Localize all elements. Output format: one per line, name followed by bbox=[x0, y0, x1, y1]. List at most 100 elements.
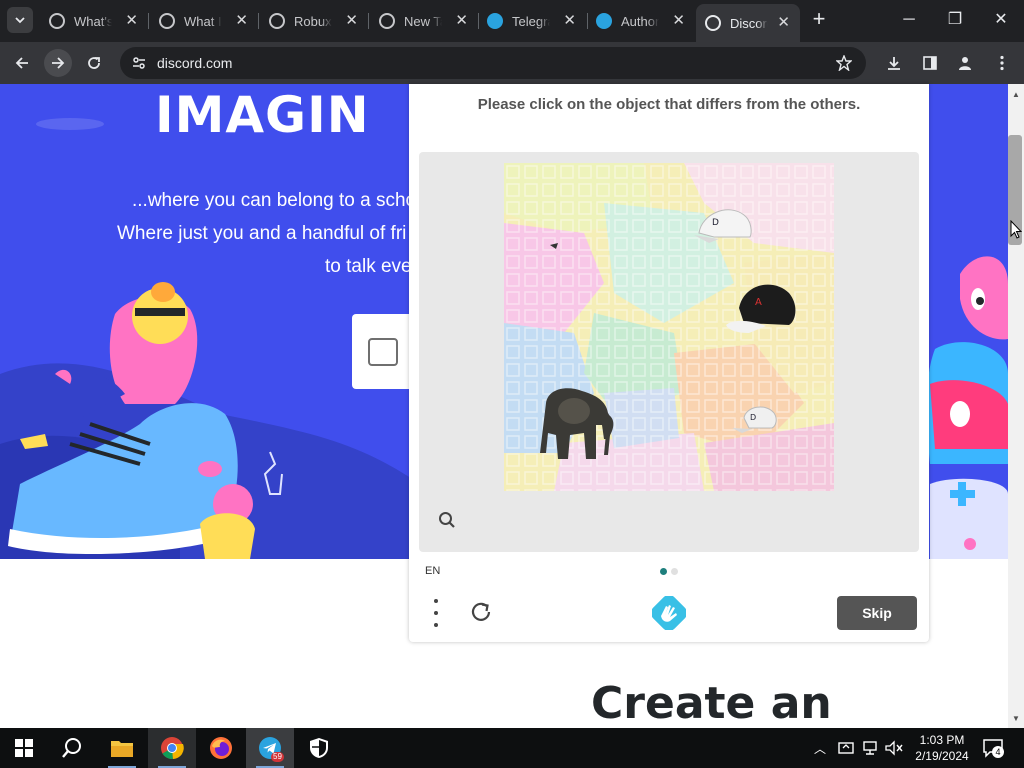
chrome-globe-icon bbox=[159, 13, 175, 29]
hero-text-line-3: to talk eve bbox=[325, 256, 412, 277]
clock[interactable]: 1:03 PM 2/19/2024 bbox=[912, 732, 972, 764]
start-button[interactable] bbox=[0, 728, 48, 768]
volume-muted-icon[interactable] bbox=[885, 740, 903, 756]
tab-title: What's bbox=[74, 13, 112, 29]
svg-text:D: D bbox=[712, 218, 719, 228]
telegram-icon bbox=[596, 13, 612, 29]
tab-title: New Tab bbox=[404, 13, 442, 29]
clock-date: 2/19/2024 bbox=[915, 749, 969, 763]
reload-icon bbox=[88, 57, 100, 69]
side-panel-button[interactable] bbox=[917, 50, 943, 76]
hero-text-line-1: ...where you can belong to a scho bbox=[132, 190, 417, 211]
scroll-down-arrow-icon[interactable]: ▼ bbox=[1011, 714, 1021, 724]
hcaptcha-challenge: Please click on the object that differs … bbox=[409, 84, 929, 642]
captcha-checkbox[interactable] bbox=[368, 338, 398, 366]
telegram-taskbar-button[interactable]: 59 bbox=[246, 728, 294, 768]
tab-close-icon[interactable]: ✕ bbox=[235, 13, 248, 29]
tab-title: Robux bbox=[294, 13, 332, 29]
notification-center-button[interactable]: 4 bbox=[982, 738, 1004, 763]
new-tab-button[interactable]: + bbox=[808, 8, 830, 31]
hero-text-line-2: Where just you and a handful of fri bbox=[117, 223, 407, 244]
chrome-globe-icon bbox=[49, 13, 65, 29]
browser-toolbar: discord.com bbox=[0, 42, 1024, 84]
telegram-icon bbox=[487, 13, 503, 29]
progress-dot bbox=[671, 568, 678, 575]
progress-dot-active bbox=[660, 568, 667, 575]
profile-button[interactable] bbox=[952, 50, 978, 76]
side-panel-icon bbox=[923, 56, 937, 70]
hero-title: IMAGIN bbox=[155, 86, 370, 144]
tab-whats[interactable]: What's ✕ bbox=[40, 6, 148, 36]
more-vertical-icon bbox=[1000, 55, 1004, 71]
zoom-search-icon[interactable] bbox=[438, 511, 456, 529]
network-icon[interactable] bbox=[862, 740, 878, 756]
reload-button[interactable] bbox=[80, 49, 108, 77]
tab-divider bbox=[148, 13, 149, 29]
close-window-button[interactable]: ✕ bbox=[989, 8, 1013, 32]
tab-divider bbox=[368, 13, 369, 29]
tab-authorization[interactable]: Authorization ✕ bbox=[587, 6, 695, 36]
refresh-icon bbox=[471, 602, 491, 621]
security-taskbar-button[interactable] bbox=[295, 728, 343, 768]
tab-close-icon[interactable]: ✕ bbox=[125, 13, 138, 29]
taskbar-search-button[interactable] bbox=[48, 728, 96, 768]
firefox-taskbar-button[interactable] bbox=[197, 728, 245, 768]
skip-button[interactable]: Skip bbox=[837, 596, 917, 630]
tab-title: Discord bbox=[730, 15, 768, 31]
chrome-globe-icon bbox=[379, 13, 395, 29]
tab-close-icon[interactable]: ✕ bbox=[563, 13, 576, 29]
clock-time: 1:03 PM bbox=[919, 733, 965, 747]
minimize-button[interactable]: ─ bbox=[897, 8, 921, 32]
windows-start-icon bbox=[15, 739, 33, 757]
tray-app-icon[interactable] bbox=[838, 740, 854, 756]
captcha-challenge-image[interactable]: D A D bbox=[504, 163, 834, 491]
search-icon bbox=[62, 738, 81, 758]
tab-title: Authorization bbox=[621, 13, 659, 29]
url-text: discord.com bbox=[157, 55, 233, 71]
site-settings-icon[interactable] bbox=[132, 56, 146, 70]
file-explorer-icon bbox=[111, 741, 133, 757]
forward-button[interactable] bbox=[44, 49, 72, 77]
tab-title: Telegram bbox=[512, 13, 550, 29]
tab-discord[interactable]: Discord ✕ bbox=[696, 4, 800, 42]
chrome-menu-button[interactable] bbox=[989, 50, 1015, 76]
tab-robux[interactable]: Robux ✕ bbox=[260, 6, 368, 36]
chrome-icon bbox=[161, 737, 184, 760]
chrome-taskbar-button[interactable] bbox=[148, 728, 196, 768]
bookmark-star-icon[interactable] bbox=[836, 55, 852, 71]
notification-badge: 59 bbox=[271, 752, 284, 762]
address-bar[interactable]: discord.com bbox=[120, 47, 866, 79]
captcha-prompt: Please click on the object that differs … bbox=[477, 96, 861, 113]
tab-close-icon[interactable]: ✕ bbox=[455, 13, 468, 29]
chrome-globe-icon bbox=[269, 13, 285, 29]
arrow-left-icon bbox=[15, 57, 28, 69]
back-button[interactable] bbox=[8, 49, 36, 77]
hcaptcha-logo-icon[interactable] bbox=[651, 595, 687, 635]
tab-telegram[interactable]: Telegram ✕ bbox=[478, 6, 586, 36]
language-selector[interactable]: EN bbox=[425, 565, 440, 577]
arrow-right-icon bbox=[52, 57, 65, 69]
chrome-globe-icon bbox=[705, 15, 721, 31]
tray-expand-icon[interactable]: ︿ bbox=[814, 740, 826, 757]
chevron-down-icon bbox=[15, 17, 25, 24]
tab-search-button[interactable] bbox=[7, 7, 33, 33]
tab-close-icon[interactable]: ✕ bbox=[672, 13, 685, 29]
scroll-up-arrow-icon[interactable]: ▲ bbox=[1011, 90, 1021, 100]
tab-strip: What's ✕ What Is ✕ Robux ✕ New Tab ✕ Tel… bbox=[0, 0, 1024, 42]
tab-close-icon[interactable]: ✕ bbox=[345, 13, 358, 29]
tab-what-is[interactable]: What Is ✕ bbox=[150, 6, 258, 36]
refresh-challenge-button[interactable] bbox=[469, 600, 493, 629]
file-explorer-button[interactable] bbox=[98, 728, 146, 768]
tab-close-icon[interactable]: ✕ bbox=[777, 15, 790, 31]
downloads-button[interactable] bbox=[881, 50, 907, 76]
notification-count-badge: 4 bbox=[992, 746, 1004, 758]
tab-new-tab[interactable]: New Tab ✕ bbox=[370, 6, 478, 36]
svg-text:A: A bbox=[755, 297, 762, 308]
security-shield-icon bbox=[310, 738, 328, 758]
profile-icon bbox=[959, 57, 971, 70]
create-heading: Create an bbox=[591, 678, 832, 728]
captcha-menu-button[interactable] bbox=[429, 599, 443, 627]
firefox-icon bbox=[210, 737, 232, 759]
restore-button[interactable]: ❐ bbox=[943, 8, 967, 32]
tab-title: What Is bbox=[184, 13, 222, 29]
